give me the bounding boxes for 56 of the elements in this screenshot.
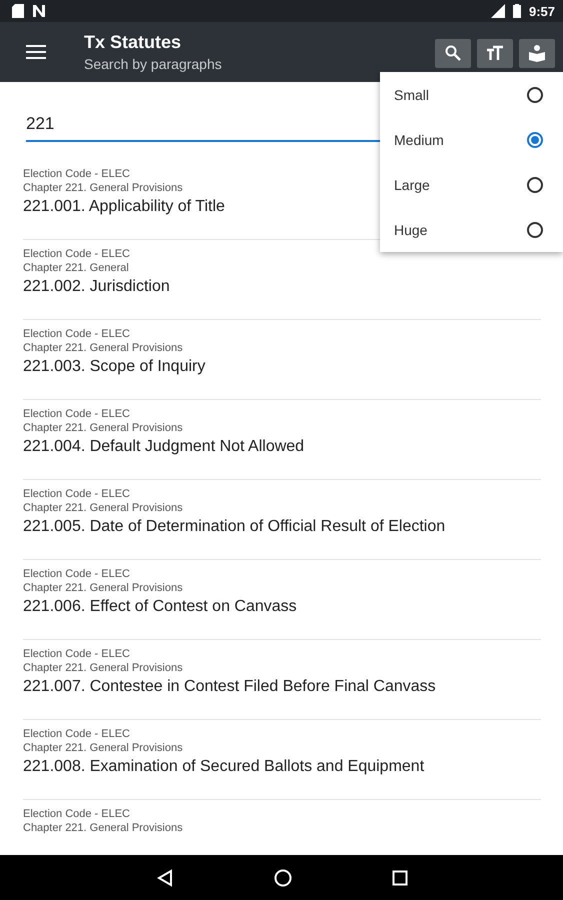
code-label: Election Code - ELEC xyxy=(23,247,130,261)
result-item[interactable]: Election Code - ELEC Chapter 221. General Provisions 221.004. Default Judgment Not Allowed xyxy=(23,400,541,480)
recents-icon[interactable] xyxy=(392,870,408,886)
chapter-label: Chapter 221. General Provisions xyxy=(23,341,183,355)
option-label: Small xyxy=(394,86,430,102)
code-label: Election Code - ELEC xyxy=(23,807,130,821)
sd-card-icon xyxy=(12,4,24,18)
result-item[interactable]: Election Code - ELEC Chapter 221. General Provisions 221.005. Date of Determination of Official Result of Election xyxy=(23,480,541,560)
radio-button[interactable] xyxy=(527,86,543,102)
battery-icon xyxy=(512,4,521,18)
app-subtitle: Search by paragraphs xyxy=(84,56,223,72)
section-title: 221.005. Date of Determination of Official Result of Election xyxy=(23,518,446,536)
radio-button[interactable] xyxy=(527,132,543,148)
text-size-icon xyxy=(486,45,504,61)
code-label: Election Code - ELEC xyxy=(23,487,130,501)
code-label: Election Code - ELEC xyxy=(23,567,130,581)
text-size-button[interactable] xyxy=(477,38,513,68)
chapter-label: Chapter 221. General Provisions xyxy=(23,181,183,195)
clock-time: 9:57 xyxy=(528,4,555,18)
home-icon[interactable] xyxy=(274,868,292,886)
option-label: Large xyxy=(394,176,431,192)
result-item[interactable]: Election Code - ELEC Chapter 221. General Provisions 221.007. Contestee in Contest Filed Before Final Canvass xyxy=(23,640,541,720)
back-icon[interactable] xyxy=(156,868,174,886)
app-title: Tx Statutes xyxy=(84,32,182,53)
option-label: Huge xyxy=(394,222,428,238)
chapter-label: Chapter 221. General Provisions xyxy=(23,821,183,835)
menu-icon xyxy=(26,45,46,59)
code-label: Election Code - ELEC xyxy=(23,647,130,661)
chapter-label: Chapter 221. General Provisions xyxy=(23,501,183,515)
search-button[interactable] xyxy=(435,38,471,68)
chapter-label: Chapter 221. General Provisions xyxy=(23,421,183,435)
search-icon xyxy=(445,45,461,61)
section-title: 221.007. Contestee in Contest Filed Before Final Canvass xyxy=(23,678,436,696)
section-title: 221.002. Jurisdiction xyxy=(23,278,170,296)
section-title: 221.001. Applicability of Title xyxy=(23,198,225,216)
code-label: Election Code - ELEC xyxy=(23,327,130,341)
code-label: Election Code - ELEC xyxy=(23,167,130,181)
section-title: 221.008. Examination of Secured Ballots and Equipment xyxy=(23,758,424,776)
reading-person-icon xyxy=(528,44,546,62)
code-label: Election Code - ELEC xyxy=(23,407,130,421)
chapter-label: Chapter 221. General Provisions xyxy=(23,661,183,675)
signal-icon xyxy=(490,4,505,18)
section-title: 221.006. Effect of Contest on Canvass xyxy=(23,598,297,616)
result-item[interactable]: Election Code - ELEC Chapter 221. General Provisions 221.008. Examination of Secured Ballots and Equipment xyxy=(23,720,541,800)
radio-button[interactable] xyxy=(527,222,543,238)
notification-icon xyxy=(32,4,46,18)
reader-button[interactable] xyxy=(519,38,555,68)
radio-button[interactable] xyxy=(527,176,543,192)
chapter-label: Chapter 221. General xyxy=(23,261,129,275)
result-item[interactable]: Election Code - ELEC Chapter 221. General Provisions 221.003. Scope of Inquiry xyxy=(23,320,541,400)
result-item[interactable]: Election Code - ELEC Chapter 221. General Provisions 221.006. Effect of Contest on Canvass xyxy=(23,560,541,640)
code-label: Election Code - ELEC xyxy=(23,727,130,741)
section-title: 221.003. Scope of Inquiry xyxy=(23,358,206,376)
section-title: 221.004. Default Judgment Not Allowed xyxy=(23,438,304,456)
chapter-label: Chapter 221. General Provisions xyxy=(23,581,183,595)
chapter-label: Chapter 221. General Provisions xyxy=(23,741,183,755)
